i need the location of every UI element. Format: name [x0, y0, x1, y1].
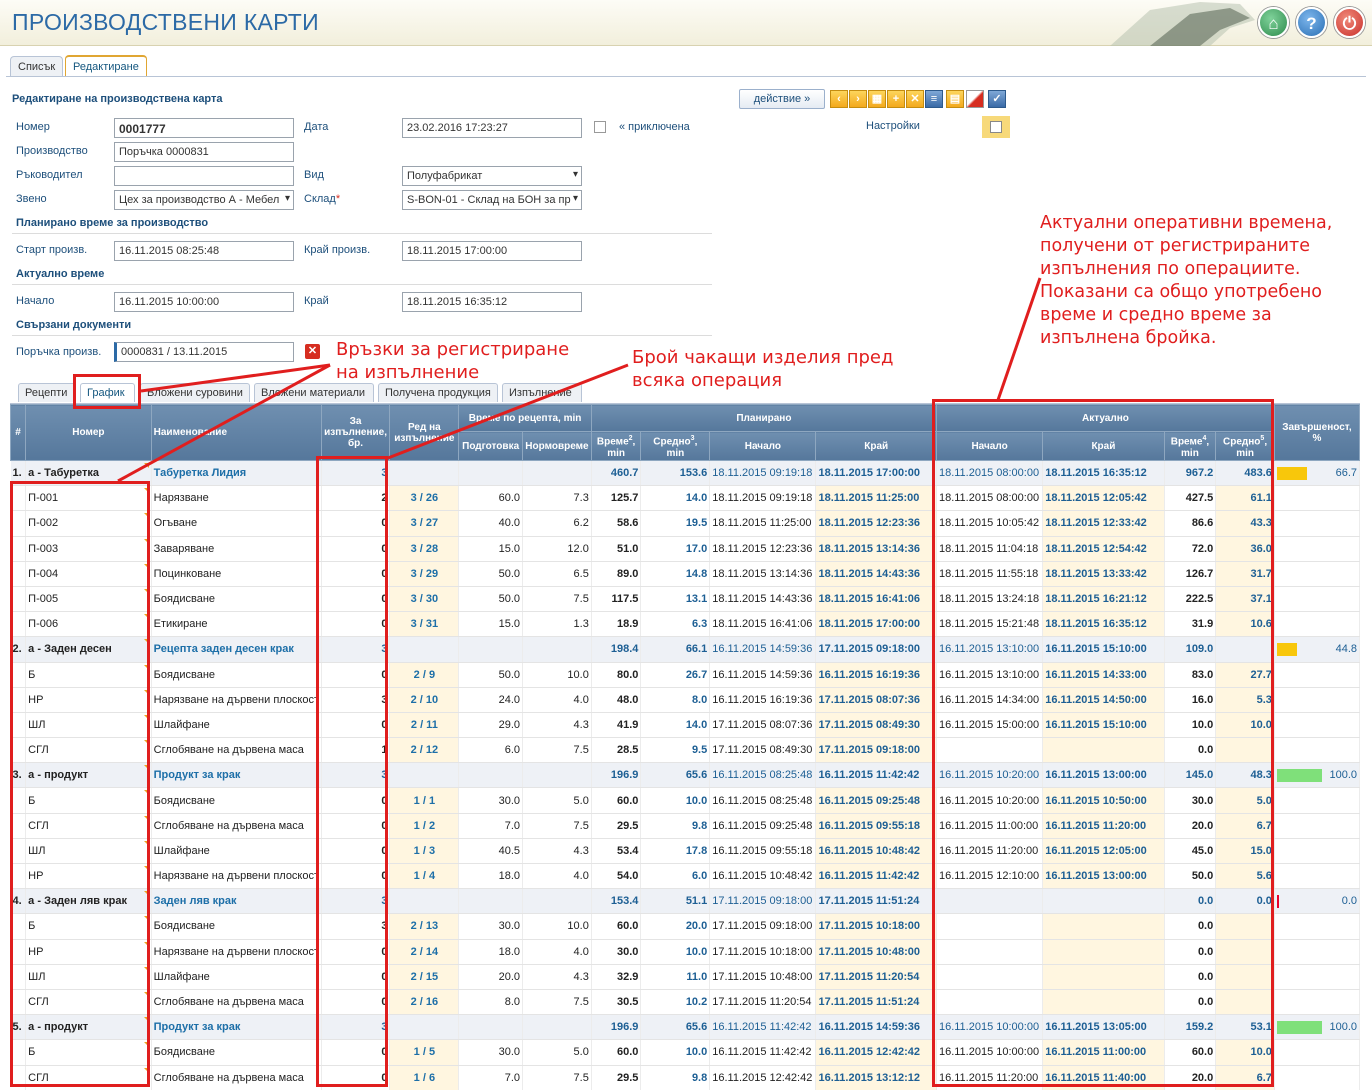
annotation-arrows — [117, 277, 1042, 483]
annotation-links: Връзки за регистриране на изпълнение — [336, 339, 570, 383]
annotation-actual: Актуални оперативни времена, получени от… — [1040, 213, 1333, 348]
annotation-waiting: Брой чакащи изделия пред всяка операция — [632, 347, 894, 391]
